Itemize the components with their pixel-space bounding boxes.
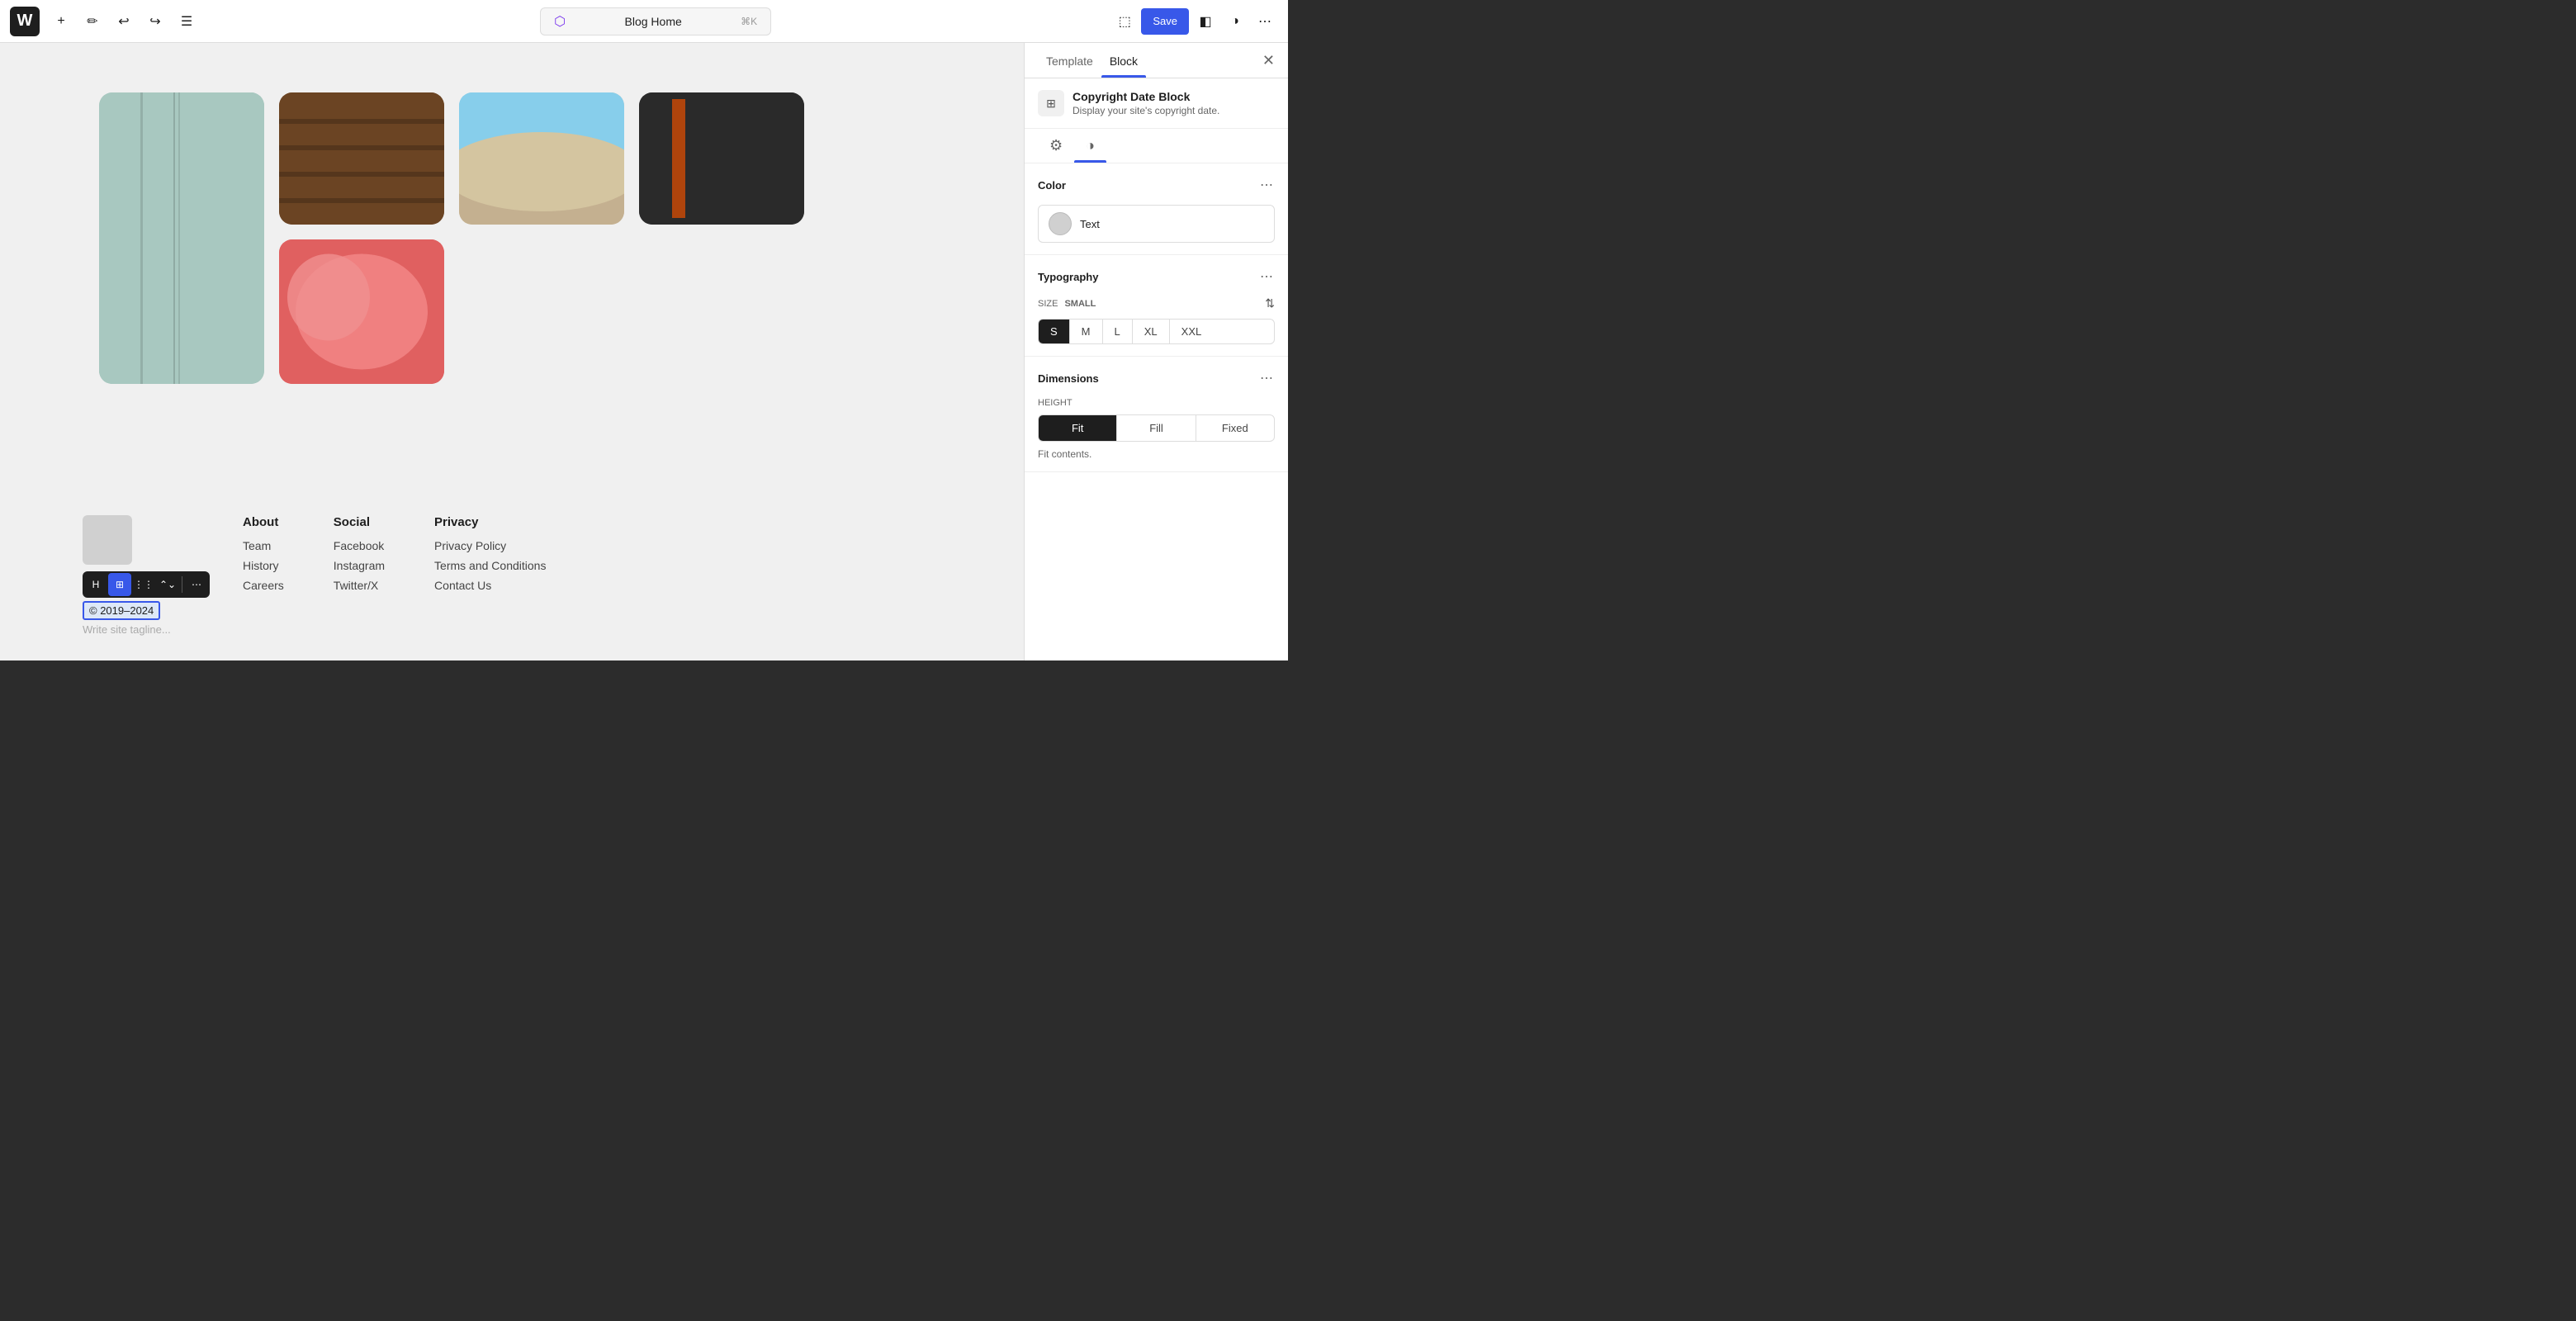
tab-template[interactable]: Template [1038, 43, 1101, 78]
color-option-text[interactable]: Text [1038, 205, 1275, 243]
color-section-header: Color ⋯ [1038, 175, 1275, 195]
dimensions-title: Dimensions [1038, 372, 1099, 385]
block-icon-btn[interactable]: H [84, 573, 107, 596]
height-btn-fill[interactable]: Fill [1117, 415, 1196, 441]
typography-section: Typography ⋯ SIZE SMALL ⇅ S M L XL XXL [1025, 255, 1288, 357]
gallery-image-arch[interactable] [459, 92, 624, 225]
block-grid-btn[interactable]: ⊞ [108, 573, 131, 596]
size-label: SIZE [1038, 299, 1058, 309]
sub-tab-settings[interactable]: ⚙ [1038, 129, 1074, 163]
footer-nav: About Team History Careers Social Facebo… [243, 515, 546, 599]
color-section-title: Color [1038, 179, 1066, 192]
footer-privacy-heading: Privacy [434, 515, 546, 529]
site-tagline[interactable]: Write site tagline... [83, 623, 210, 636]
block-toolbar: H ⊞ ⋮⋮ ⌃⌄ ⋯ [83, 571, 210, 598]
height-btn-fit[interactable]: Fit [1039, 415, 1117, 441]
panel-close-button[interactable]: ✕ [1256, 43, 1275, 78]
block-dots-btn[interactable]: ⋮⋮ [132, 573, 155, 596]
main-layout: H ⊞ ⋮⋮ ⌃⌄ ⋯ © 2019–2024 Write site tagli… [0, 43, 1288, 660]
footer-col-social: Social Facebook Instagram Twitter/X [334, 515, 385, 599]
styles-button[interactable]: ◧ [1192, 8, 1219, 35]
footer-social-heading: Social [334, 515, 385, 529]
gallery-grid [83, 76, 1024, 400]
color-dot [1049, 212, 1072, 235]
footer-logo [83, 515, 132, 565]
footer-area: H ⊞ ⋮⋮ ⌃⌄ ⋯ © 2019–2024 Write site tagli… [0, 515, 1024, 636]
panel-tabs: Template Block ✕ [1025, 43, 1288, 78]
page-shortcut: ⌘K [741, 16, 757, 27]
toolbar-right: ⬚ Save ◧ ◑ ⋯ [1111, 8, 1278, 35]
height-btn-fixed[interactable]: Fixed [1196, 415, 1274, 441]
height-buttons: Fit Fill Fixed [1038, 414, 1275, 442]
wordpress-logo: W [10, 7, 40, 36]
size-adjust-icon[interactable]: ⇅ [1265, 296, 1275, 310]
contrast-button[interactable]: ◑ [1222, 8, 1248, 35]
right-panel: Template Block ✕ ⊞ Copyright Date Block … [1024, 43, 1288, 660]
footer-link-privacy-policy[interactable]: Privacy Policy [434, 539, 546, 552]
canvas-area[interactable]: H ⊞ ⋮⋮ ⌃⌄ ⋯ © 2019–2024 Write site tagli… [0, 43, 1024, 660]
block-description: Display your site's copyright date. [1073, 105, 1219, 116]
copyright-block[interactable]: H ⊞ ⋮⋮ ⌃⌄ ⋯ © 2019–2024 Write site tagli… [83, 571, 210, 636]
footer-link-terms[interactable]: Terms and Conditions [434, 559, 546, 572]
block-info: ⊞ Copyright Date Block Display your site… [1025, 78, 1288, 129]
dimensions-menu[interactable]: ⋯ [1258, 368, 1275, 388]
size-row: SIZE SMALL ⇅ [1038, 296, 1275, 310]
dimensions-section: Dimensions ⋯ HEIGHT Fit Fill Fixed Fit c… [1025, 357, 1288, 472]
fit-note: Fit contents. [1038, 448, 1275, 460]
size-btn-xxl[interactable]: XXL [1170, 320, 1214, 343]
footer-link-careers[interactable]: Careers [243, 579, 284, 592]
size-btn-xl[interactable]: XL [1133, 320, 1170, 343]
footer-link-facebook[interactable]: Facebook [334, 539, 385, 552]
canvas-inner: H ⊞ ⋮⋮ ⌃⌄ ⋯ © 2019–2024 Write site tagli… [0, 43, 1024, 660]
color-label: Text [1080, 218, 1100, 230]
page-icon: ⬡ [554, 13, 566, 30]
color-section-menu[interactable]: ⋯ [1258, 175, 1275, 195]
gallery-image-brick[interactable] [279, 92, 444, 225]
footer-link-instagram[interactable]: Instagram [334, 559, 385, 572]
height-label: HEIGHT [1038, 398, 1275, 408]
footer-link-history[interactable]: History [243, 559, 284, 572]
main-toolbar: W + ✏ ↩ ↪ ☰ ⬡ Blog Home ⌘K ⬚ Save ◧ ◑ ⋯ [0, 0, 1288, 43]
color-section: Color ⋯ Text [1025, 163, 1288, 255]
copyright-text[interactable]: © 2019–2024 [83, 601, 160, 620]
undo-button[interactable]: ↩ [111, 8, 137, 35]
more-options-button[interactable]: ⋯ [1252, 8, 1278, 35]
typography-title: Typography [1038, 271, 1098, 283]
gallery-image-flower[interactable] [279, 239, 444, 384]
size-btn-s[interactable]: S [1039, 320, 1070, 343]
block-arrows-btn[interactable]: ⌃⌄ [156, 573, 179, 596]
add-block-button[interactable]: + [48, 8, 74, 35]
redo-button[interactable]: ↪ [142, 8, 168, 35]
view-button[interactable]: ⬚ [1111, 8, 1138, 35]
size-buttons: S M L XL XXL [1038, 319, 1275, 344]
dimensions-section-header: Dimensions ⋯ [1038, 368, 1275, 388]
block-more-btn[interactable]: ⋯ [185, 573, 208, 596]
block-info-text: Copyright Date Block Display your site's… [1073, 90, 1219, 116]
typography-menu[interactable]: ⋯ [1258, 267, 1275, 286]
list-view-button[interactable]: ☰ [173, 8, 200, 35]
gallery-image-curtain[interactable] [99, 92, 264, 384]
toolbar-center: ⬡ Blog Home ⌘K [205, 7, 1106, 36]
size-btn-m[interactable]: M [1070, 320, 1103, 343]
block-title: Copyright Date Block [1073, 90, 1219, 103]
gallery-image-room[interactable] [639, 92, 804, 225]
page-title: Blog Home [625, 15, 682, 28]
sub-tab-styles[interactable]: ◑ [1074, 129, 1106, 163]
page-title-bar[interactable]: ⬡ Blog Home ⌘K [540, 7, 771, 36]
panel-sub-tabs: ⚙ ◑ [1025, 129, 1288, 163]
footer-logo-area: H ⊞ ⋮⋮ ⌃⌄ ⋯ © 2019–2024 Write site tagli… [83, 515, 210, 636]
tab-block[interactable]: Block [1101, 43, 1146, 78]
size-value: SMALL [1064, 299, 1096, 309]
save-button[interactable]: Save [1141, 8, 1189, 35]
footer-about-heading: About [243, 515, 284, 529]
footer-link-contact[interactable]: Contact Us [434, 579, 546, 592]
footer-col-about: About Team History Careers [243, 515, 284, 599]
block-type-icon: ⊞ [1038, 90, 1064, 116]
footer-link-twitter[interactable]: Twitter/X [334, 579, 385, 592]
tools-button[interactable]: ✏ [79, 8, 106, 35]
size-btn-l[interactable]: L [1103, 320, 1133, 343]
footer-link-team[interactable]: Team [243, 539, 284, 552]
footer-col-privacy: Privacy Privacy Policy Terms and Conditi… [434, 515, 546, 599]
typography-section-header: Typography ⋯ [1038, 267, 1275, 286]
